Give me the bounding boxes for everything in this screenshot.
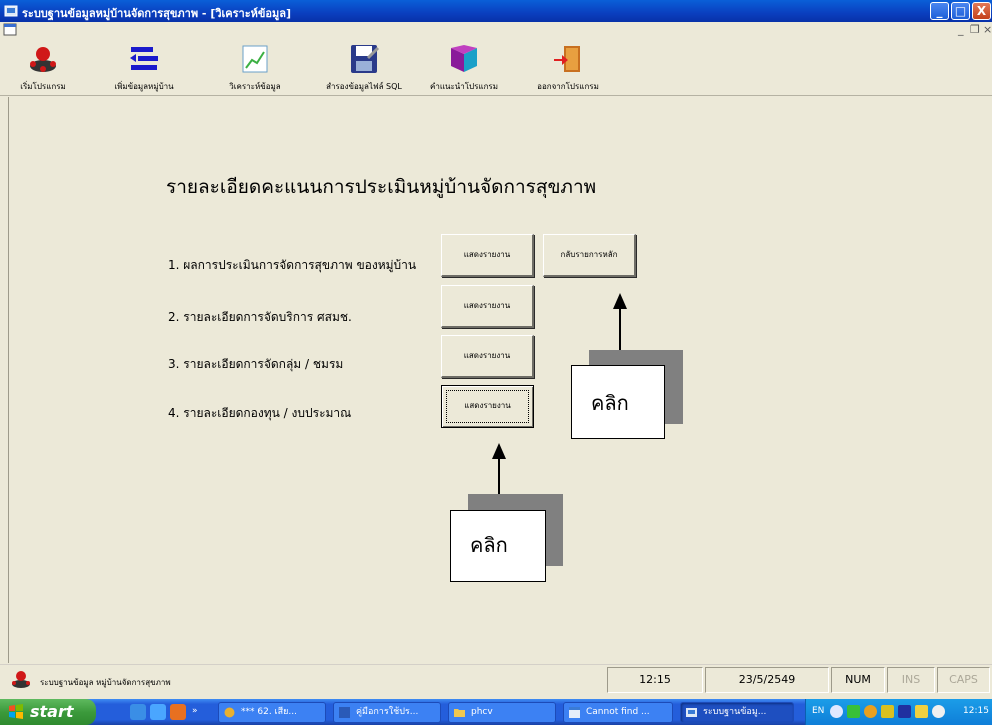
maximize-button[interactable]: □: [951, 2, 970, 20]
report-row-label: 3. รายละเอียดการจัดกลุ่ม / ชมรม: [168, 357, 344, 371]
click-callout-2: คลิก: [450, 510, 546, 582]
mdi-minimize-button[interactable]: _: [958, 23, 964, 36]
list-add-icon: [130, 47, 158, 70]
language-indicator[interactable]: EN: [812, 706, 824, 716]
book-icon: [451, 45, 477, 72]
window-title: ระบบฐานข้อมูลหมู่บ้านจัดการสุขภาพ - [วิเ…: [22, 7, 292, 20]
taskbar-clock: 12:15: [963, 706, 989, 716]
callout-label: คลิก: [470, 533, 508, 557]
status-date: 23/5/2549: [705, 667, 829, 693]
toolbar-label: เพิ่มข้อมูลหมู่บ้าน: [114, 82, 174, 91]
taskbar-item-label: Cannot find ...: [586, 707, 650, 717]
word-document-icon: [339, 707, 350, 718]
status-ins: INS: [887, 667, 935, 693]
zonealarm-icon[interactable]: [881, 705, 894, 718]
system-tray: EN 12:15: [805, 699, 992, 725]
report-row-label: 2. รายละเอียดการจัดบริการ ศสมช.: [168, 310, 352, 324]
application-window: ระบบฐานข้อมูลหมู่บ้านจัดการสุขภาพ - [วิเ…: [0, 0, 992, 699]
browser-page-icon: [569, 707, 580, 718]
network-icon[interactable]: [847, 705, 860, 718]
taskbar: start » *** 62. เสีย... คู่มือการใช้ปร..…: [0, 699, 992, 725]
internet-explorer-icon[interactable]: [130, 704, 146, 720]
quick-launch-more-icon[interactable]: »: [192, 706, 202, 716]
status-time: 12:15: [607, 667, 703, 693]
toolbar-start-program-button[interactable]: เริ่มโปรแกรม: [18, 40, 68, 94]
browser-icon[interactable]: [150, 704, 166, 720]
callout-label: คลิก: [591, 391, 629, 415]
toolbar-label: วิเคราะห์ข้อมูล: [229, 82, 281, 91]
taskbar-item-label: คู่มือการใช้ปร...: [356, 707, 419, 717]
messenger-icon[interactable]: [898, 705, 911, 718]
show-report-button-4[interactable]: แสดงรายงาน: [441, 385, 534, 428]
taskbar-item[interactable]: คู่มือการใช้ปร...: [333, 702, 441, 723]
taskbar-item-label: *** 62. เสีย...: [241, 707, 297, 717]
report-row-label: 1. ผลการประเมินการจัดการสุขภาพ ของหมู่บ้…: [168, 258, 417, 272]
title-bar[interactable]: ระบบฐานข้อมูลหมู่บ้านจัดการสุขภาพ - [วิเ…: [0, 0, 992, 22]
menu-bar: _ ❐ ×: [0, 22, 992, 38]
toolbar-backup-sql-button[interactable]: สำรองข้อมูลไฟล์ SQL: [318, 40, 410, 94]
back-to-main-button[interactable]: กลับรายการหลัก: [543, 234, 636, 277]
windows-logo-icon: [9, 704, 23, 719]
show-report-button-3[interactable]: แสดงรายงาน: [441, 335, 534, 378]
toolbar-add-village-button[interactable]: เพิ่มข้อมูลหมู่บ้าน: [105, 40, 183, 94]
app-icon: [4, 5, 18, 17]
taskbar-item[interactable]: Cannot find ...: [563, 702, 673, 723]
toolbar-analyze-button[interactable]: วิเคราะห์ข้อมูล: [224, 40, 286, 94]
start-label: start: [30, 702, 74, 721]
toolbar: เริ่มโปรแกรม เพิ่มข้อมูลหมู่บ้าน วิเคราะ…: [0, 38, 992, 96]
status-text: ระบบฐานข้อมูล หมู่บ้านจัดการสุขภาพ: [40, 678, 171, 687]
back-arrow-icon[interactable]: [830, 705, 843, 718]
mdi-child-icon[interactable]: [3, 23, 17, 36]
speaker-icon[interactable]: [915, 705, 928, 718]
toolbar-label: ออกจากโปรแกรม: [537, 82, 599, 91]
folder-icon: [454, 709, 465, 717]
floppy-disk-icon: [351, 45, 380, 73]
show-report-button-1[interactable]: แสดงรายงาน: [441, 234, 534, 277]
security-icon[interactable]: [864, 705, 877, 718]
toolbar-guide-button[interactable]: คำแนะนำโปรแกรม: [420, 40, 508, 94]
people-circle-icon: [30, 47, 56, 72]
click-callout-1: คลิก: [571, 365, 665, 439]
paint-icon: [224, 707, 235, 718]
people-circle-icon: [12, 671, 30, 688]
outlook-icon[interactable]: [170, 704, 186, 720]
toolbar-label: สำรองข้อมูลไฟล์ SQL: [326, 82, 402, 91]
focus-ring: [446, 390, 529, 423]
mdi-restore-button[interactable]: ❐: [970, 23, 980, 36]
arrow-up-icon: [492, 443, 506, 459]
toolbar-label: คำแนะนำโปรแกรม: [430, 82, 498, 91]
minimize-button[interactable]: _: [930, 2, 949, 20]
status-num: NUM: [831, 667, 885, 693]
page-title: รายละเอียดคะแนนการประเมินหมู่บ้านจัดการส…: [166, 176, 597, 198]
close-button[interactable]: X: [972, 2, 991, 20]
toolbar-label: เริ่มโปรแกรม: [20, 82, 66, 91]
taskbar-item[interactable]: ระบบฐานข้อมู...: [680, 702, 794, 723]
mdi-close-button[interactable]: ×: [983, 23, 992, 36]
toolbar-exit-button[interactable]: ออกจากโปรแกรม: [525, 40, 611, 94]
status-caps: CAPS: [937, 667, 990, 693]
taskbar-item[interactable]: phcv: [448, 702, 556, 723]
taskbar-item[interactable]: *** 62. เสีย...: [218, 702, 326, 723]
report-row-label: 4. รายละเอียดกองทุน / งบประมาณ: [168, 406, 352, 420]
chart-icon: [242, 45, 268, 73]
exit-door-icon: [554, 46, 580, 72]
taskbar-item-label: ระบบฐานข้อมู...: [703, 707, 767, 717]
app-window-icon: [686, 708, 697, 717]
status-bar: ระบบฐานข้อมูล หมู่บ้านจัดการสุขภาพ 12:15…: [0, 664, 992, 699]
show-report-button-2[interactable]: แสดงรายงาน: [441, 285, 534, 328]
update-icon[interactable]: [932, 705, 945, 718]
start-button[interactable]: start: [0, 699, 96, 725]
arrow-up-icon: [613, 293, 627, 309]
taskbar-item-label: phcv: [471, 707, 493, 717]
